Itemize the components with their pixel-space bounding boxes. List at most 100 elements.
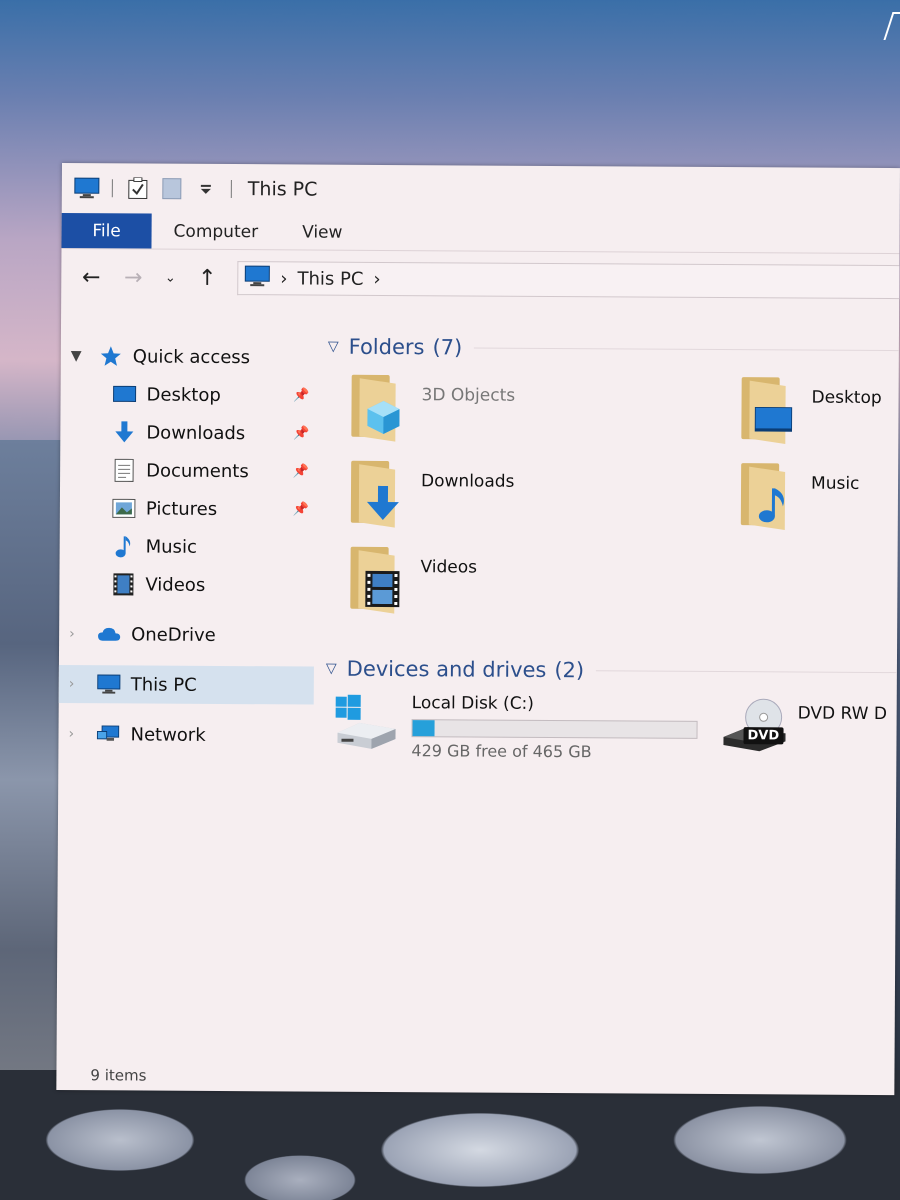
- group-header-folders[interactable]: ▽ Folders (7): [328, 327, 899, 370]
- sidebar-item-label: Downloads: [146, 422, 246, 444]
- folder-downloads[interactable]: Downloads: [347, 460, 515, 528]
- folder-icon: [347, 460, 407, 528]
- drives-grid: Local Disk (C:) 429 GB free of 465 GB DV…: [325, 689, 897, 792]
- music-icon: [753, 485, 793, 525]
- folder-3d-objects[interactable]: 3D Objects: [347, 374, 516, 442]
- videos-icon: [362, 569, 402, 609]
- sidebar-item-label: Pictures: [145, 498, 218, 520]
- content-pane: ▽ Folders (7) 3D Objects Desktop Downloa…: [312, 315, 900, 1066]
- folders-grid: 3D Objects Desktop Downloads Music Video…: [326, 367, 899, 640]
- tab-view[interactable]: View: [280, 214, 365, 250]
- sidebar-item-quick-access[interactable]: ▼ Quick access: [61, 337, 316, 377]
- folder-icon: [347, 374, 407, 442]
- explorer-body: ▼ Quick access Desktop 📌 Downloads 📌 Doc…: [57, 313, 900, 1065]
- drive-dvd-rw[interactable]: DVD DVD RW D: [719, 695, 887, 756]
- desktop-icon: [753, 399, 793, 439]
- downloads-icon: [112, 420, 136, 444]
- drive-usage-fill: [412, 720, 435, 737]
- sidebar-item-label: Network: [130, 723, 206, 746]
- documents-icon: [112, 458, 136, 482]
- folder-desktop[interactable]: Desktop: [737, 377, 882, 444]
- sidebar-item-pictures[interactable]: Pictures 📌: [60, 489, 315, 529]
- star-icon: [99, 344, 123, 368]
- sidebar-item-label: Videos: [145, 574, 206, 596]
- sidebar-item-this-pc[interactable]: › This PC: [58, 664, 314, 705]
- drive-details: Local Disk (C:) 429 GB free of 465 GB: [411, 693, 698, 762]
- folder-icon: [737, 463, 797, 530]
- tab-computer[interactable]: Computer: [151, 214, 280, 250]
- group-count: (7): [432, 335, 463, 360]
- sidebar-item-onedrive[interactable]: › OneDrive: [59, 615, 314, 655]
- folder-name: 3D Objects: [421, 385, 516, 406]
- title-bar: This PC: [62, 163, 900, 218]
- back-button[interactable]: ←: [79, 265, 103, 290]
- tab-file[interactable]: File: [61, 212, 152, 249]
- breadcrumb-chevron-icon[interactable]: ›: [280, 268, 287, 289]
- folder-name: Music: [810, 473, 860, 494]
- this-pc-icon: [244, 265, 270, 292]
- drive-name: DVD RW D: [797, 703, 888, 725]
- chevron-down-icon[interactable]: ▼: [71, 348, 99, 364]
- folder-videos[interactable]: Videos: [346, 546, 478, 614]
- folder-icon: [346, 546, 406, 614]
- sidebar-item-desktop[interactable]: Desktop 📌: [60, 375, 315, 415]
- title-separator: [111, 179, 113, 198]
- chevron-down-icon[interactable]: ▽: [328, 339, 339, 355]
- desktop-icon: [113, 382, 137, 406]
- this-pc-icon[interactable]: [74, 177, 100, 199]
- drive-free-space: 429 GB free of 465 GB: [411, 741, 592, 762]
- chevron-right-icon[interactable]: ›: [68, 726, 96, 742]
- videos-icon: [111, 572, 135, 596]
- ribbon-tabs: File Computer View: [61, 212, 900, 255]
- window-title: This PC: [247, 178, 318, 201]
- chevron-right-icon[interactable]: ›: [69, 626, 97, 642]
- downloads-icon: [363, 483, 403, 523]
- group-header-devices[interactable]: ▽ Devices and drives (2): [326, 649, 897, 692]
- file-explorer-window: This PC File Computer View ← → ⌄ ↑ › Thi…: [56, 163, 900, 1096]
- address-bar[interactable]: › This PC ›: [237, 261, 900, 300]
- pin-icon[interactable]: 📌: [293, 388, 309, 403]
- folder-name: Videos: [420, 557, 478, 578]
- pictures-icon: [112, 496, 136, 520]
- sidebar-item-videos[interactable]: Videos: [59, 565, 314, 605]
- drive-local-disk-c[interactable]: Local Disk (C:) 429 GB free of 465 GB: [333, 693, 698, 762]
- group-divider: [596, 669, 897, 673]
- pin-icon[interactable]: 📌: [293, 426, 309, 441]
- navigation-pane: ▼ Quick access Desktop 📌 Downloads 📌 Doc…: [57, 313, 317, 1062]
- sidebar-item-label: Music: [145, 536, 197, 558]
- recent-locations-button[interactable]: ⌄: [163, 270, 177, 285]
- drive-usage-bar: [411, 719, 698, 739]
- title-separator: [230, 180, 232, 199]
- mouse-cursor-icon: [883, 12, 900, 40]
- pin-icon[interactable]: 📌: [293, 502, 309, 517]
- breadcrumb-this-pc[interactable]: This PC: [297, 268, 363, 289]
- pin-icon[interactable]: 📌: [293, 464, 309, 479]
- folder-icon: [737, 377, 797, 444]
- sidebar-item-downloads[interactable]: Downloads 📌: [60, 413, 315, 453]
- sidebar-item-documents[interactable]: Documents 📌: [60, 451, 315, 491]
- navigation-bar: ← → ⌄ ↑ › This PC ›: [61, 249, 900, 310]
- customize-dropdown-icon[interactable]: [193, 178, 219, 200]
- forward-button[interactable]: →: [121, 265, 145, 290]
- sidebar-item-label: Quick access: [132, 345, 251, 368]
- sidebar-item-label: Documents: [146, 460, 249, 482]
- chevron-right-icon[interactable]: ›: [69, 676, 97, 692]
- new-folder-icon[interactable]: [159, 178, 185, 200]
- folder-music[interactable]: Music: [737, 463, 860, 530]
- drive-name: Local Disk (C:): [411, 693, 535, 714]
- sidebar-item-music[interactable]: Music: [60, 527, 315, 567]
- properties-check-icon[interactable]: [125, 177, 151, 200]
- this-pc-icon: [97, 672, 121, 696]
- breadcrumb-chevron-icon[interactable]: ›: [373, 268, 380, 289]
- folder-name: Downloads: [421, 471, 515, 492]
- group-divider: [474, 347, 899, 351]
- status-item-count: 9 items: [90, 1066, 147, 1085]
- windows-drive-icon: [333, 693, 397, 753]
- music-icon: [112, 534, 136, 558]
- group-label: Devices and drives: [346, 656, 547, 682]
- sidebar-item-network[interactable]: › Network: [58, 715, 313, 755]
- network-icon: [96, 722, 120, 746]
- up-button[interactable]: ↑: [195, 265, 219, 290]
- sidebar-item-label: Desktop: [146, 384, 221, 406]
- chevron-down-icon[interactable]: ▽: [326, 661, 337, 677]
